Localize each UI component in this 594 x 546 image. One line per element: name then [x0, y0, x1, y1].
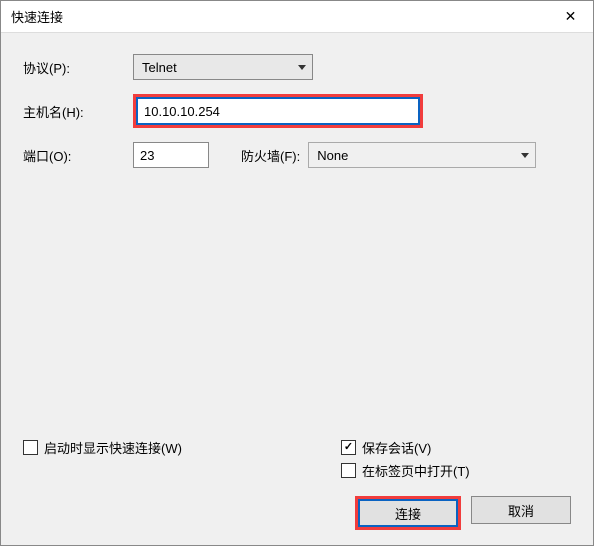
protocol-row: 协议(P): Telnet: [23, 53, 571, 81]
protocol-label: 协议(P):: [23, 58, 133, 77]
check-group-right: 保存会话(V) 在标签页中打开(T): [341, 438, 571, 484]
port-input[interactable]: [133, 142, 209, 168]
checkbox-icon: [341, 463, 356, 478]
quick-connect-dialog: 快速连接 ✕ 协议(P): Telnet 主机名(H): 端口(O): 防火墙(…: [0, 0, 594, 546]
protocol-select[interactable]: Telnet: [133, 54, 313, 80]
checkbox-icon: [341, 440, 356, 455]
button-row: 连接 取消: [23, 496, 571, 530]
dialog-title: 快速连接: [11, 7, 63, 26]
cancel-label: 取消: [508, 501, 534, 520]
port-label: 端口(O):: [23, 146, 133, 165]
close-icon: ✕: [565, 8, 577, 25]
cancel-button[interactable]: 取消: [471, 496, 571, 524]
bottom-area: 启动时显示快速连接(W) 保存会话(V) 在标签页中打开(T): [23, 438, 571, 530]
open-in-tab-label: 在标签页中打开(T): [362, 461, 470, 480]
close-button[interactable]: ✕: [548, 1, 593, 33]
hostname-highlight: [133, 94, 423, 128]
chevron-down-icon: [298, 65, 306, 70]
show-on-start-checkbox[interactable]: 启动时显示快速连接(W): [23, 438, 182, 457]
save-session-label: 保存会话(V): [362, 438, 431, 457]
open-in-tab-checkbox[interactable]: 在标签页中打开(T): [341, 461, 571, 480]
hostname-row: 主机名(H):: [23, 97, 571, 125]
dialog-content: 协议(P): Telnet 主机名(H): 端口(O): 防火墙(F): Non…: [1, 33, 593, 545]
port-row: 端口(O): 防火墙(F): None: [23, 141, 571, 169]
save-session-checkbox[interactable]: 保存会话(V): [341, 438, 571, 457]
firewall-value: None: [317, 148, 348, 163]
checkbox-row: 启动时显示快速连接(W) 保存会话(V) 在标签页中打开(T): [23, 438, 571, 484]
show-on-start-label: 启动时显示快速连接(W): [44, 438, 182, 457]
checkbox-icon: [23, 440, 38, 455]
connect-button[interactable]: 连接: [358, 499, 458, 527]
check-group-left: 启动时显示快速连接(W): [23, 438, 182, 484]
firewall-select[interactable]: None: [308, 142, 536, 168]
firewall-label: 防火墙(F):: [241, 146, 300, 165]
hostname-label: 主机名(H):: [23, 102, 133, 121]
titlebar: 快速连接 ✕: [1, 1, 593, 33]
connect-highlight: 连接: [355, 496, 461, 530]
hostname-input[interactable]: [136, 97, 420, 125]
connect-label: 连接: [395, 504, 421, 523]
chevron-down-icon: [521, 153, 529, 158]
protocol-value: Telnet: [142, 60, 177, 75]
